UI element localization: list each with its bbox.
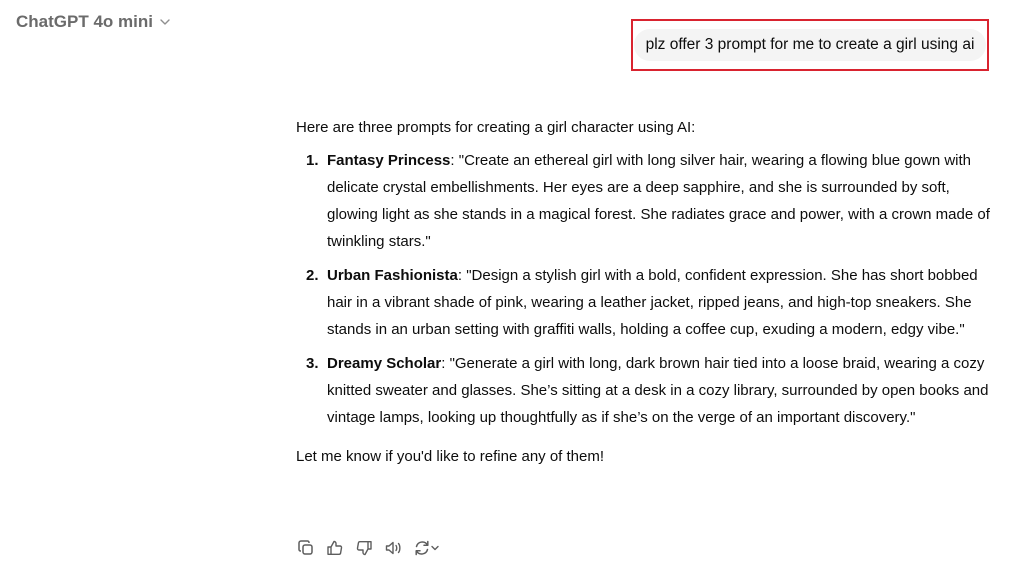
list-item: 1. Fantasy Princess: "Create an ethereal… — [296, 147, 1000, 255]
prompt-title: Urban Fashionista — [327, 267, 458, 284]
thumbs-down-button[interactable] — [354, 538, 374, 558]
read-aloud-icon — [385, 541, 401, 555]
chevron-down-icon — [159, 16, 171, 28]
copy-icon — [298, 540, 313, 555]
thumbs-down-icon — [356, 541, 372, 556]
list-item: 2. Urban Fashionista: "Design a stylish … — [296, 262, 1000, 343]
prompt-title: Fantasy Princess — [327, 152, 451, 169]
assistant-outro: Let me know if you'd like to refine any … — [296, 448, 605, 465]
list-number: 1. — [306, 152, 319, 169]
list-number: 2. — [306, 267, 319, 284]
message-actions — [296, 538, 442, 558]
copy-button[interactable] — [296, 538, 316, 558]
thumbs-up-icon — [327, 540, 343, 555]
prompt-list: 1. Fantasy Princess: "Create an ethereal… — [296, 147, 1000, 431]
model-switcher[interactable]: ChatGPT 4o mini — [16, 12, 171, 32]
list-item: 3. Dreamy Scholar: "Generate a girl with… — [296, 350, 1000, 431]
user-message: plz offer 3 prompt for me to create a gi… — [633, 29, 987, 61]
model-name: ChatGPT 4o mini — [16, 12, 153, 31]
prompt-body: Fantasy Princess: "Create an ethereal gi… — [327, 147, 1000, 255]
read-aloud-button[interactable] — [383, 538, 403, 558]
regenerate-button[interactable] — [412, 538, 442, 558]
prompt-body: Dreamy Scholar: "Generate a girl with lo… — [327, 350, 1000, 431]
thumbs-up-button[interactable] — [325, 538, 345, 558]
regenerate-icon — [415, 540, 439, 556]
prompt-title: Dreamy Scholar — [327, 355, 442, 372]
prompt-body: Urban Fashionista: "Design a stylish gir… — [327, 262, 1000, 343]
user-message-highlight: plz offer 3 prompt for me to create a gi… — [631, 19, 989, 71]
assistant-message: Here are three prompts for creating a gi… — [296, 114, 1000, 470]
list-number: 3. — [306, 355, 319, 372]
assistant-intro: Here are three prompts for creating a gi… — [296, 119, 696, 136]
chat-window: ChatGPT 4o mini plz offer 3 prompt for m… — [0, 0, 1024, 587]
